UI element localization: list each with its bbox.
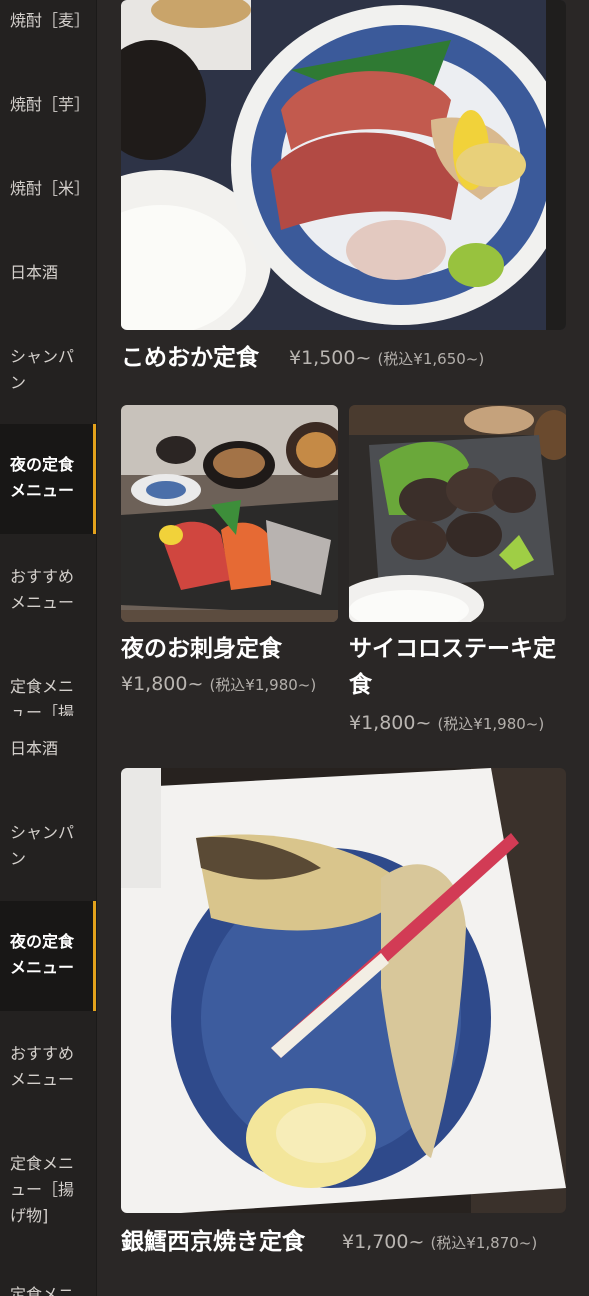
sidebar-item-label: おすすめメニュー xyxy=(10,567,75,612)
sidebar-item-label: 焼酎［米］ xyxy=(10,179,91,198)
sidebar-item-label: シャンパン xyxy=(10,347,75,392)
price-tax-included: (税込¥1,980~) xyxy=(437,715,545,733)
grilled-cod-image xyxy=(121,768,566,1213)
sidebar-item-label: シャンパン xyxy=(10,823,75,868)
menu-content[interactable]: こめおか定食 ¥1,500~ (税込¥1,650~) 夜のお刺身定食 ¥1,80… xyxy=(97,0,589,1296)
sidebar-item-shochu-potato[interactable]: 焼酎［芋］ xyxy=(0,92,96,118)
dice-steak-image xyxy=(349,405,566,622)
sidebar-item-label: 焼酎［芋］ xyxy=(10,95,91,114)
category-sidebar[interactable]: 焼酎［麦］ 焼酎［芋］ 焼酎［米］ 日本酒 シャンパン 夜の定食メニュー おすす… xyxy=(0,0,97,1296)
price-value: ¥1,800~ xyxy=(349,712,432,734)
sidebar-item-label: おすすめメニュー xyxy=(10,1044,75,1089)
price-tax-included: (税込¥1,870~) xyxy=(430,1234,538,1252)
sidebar-item-set-menu-fried[interactable]: 定食メニュー［揚 xyxy=(0,674,96,716)
sidebar-item-sake[interactable]: 日本酒 xyxy=(0,260,96,286)
sidebar-item-label: 夜の定食メニュー xyxy=(10,455,75,500)
sidebar-item-champagne[interactable]: シャンパン xyxy=(0,820,80,872)
sidebar-item-recommended[interactable]: おすすめメニュー xyxy=(0,564,96,616)
sidebar-item-dinner-set-menu[interactable]: 夜の定食メニュー xyxy=(0,901,96,1011)
sidebar-item-label: 夜の定食メニュー xyxy=(10,932,75,977)
price-value: ¥1,500~ xyxy=(289,347,372,369)
menu-item-name: サイコロステーキ定食 xyxy=(349,636,556,698)
sidebar-item-set-menu-fried[interactable]: 定食メニュー［揚げ物] xyxy=(0,1151,96,1229)
sidebar-item-set-menu[interactable]: 定食メニ xyxy=(0,1282,96,1296)
sidebar-item-label: 定食メニュー［揚げ物] xyxy=(10,1154,75,1225)
sidebar-item-recommended[interactable]: おすすめメニュー xyxy=(0,1041,96,1093)
dice-steak-set-photo[interactable] xyxy=(349,405,566,622)
menu-item-price: ¥1,700~ (税込¥1,870~) xyxy=(342,1229,537,1256)
price-value: ¥1,800~ xyxy=(121,673,204,695)
price-value: ¥1,700~ xyxy=(342,1231,425,1253)
sidebar-item-label: 日本酒 xyxy=(10,739,59,758)
menu-item-name: 夜のお刺身定食 xyxy=(121,636,282,662)
komeoka-set-photo[interactable] xyxy=(121,0,566,330)
sidebar-item-label: 定食メニュー［揚 xyxy=(10,677,75,716)
gindara-saikyo-set-photo[interactable] xyxy=(121,768,566,1213)
price-tax-included: (税込¥1,980~) xyxy=(209,676,317,694)
sidebar-item-label: 焼酎［麦］ xyxy=(10,11,91,30)
sidebar-item-champagne[interactable]: シャンパン xyxy=(0,344,80,396)
sidebar-item-sake[interactable]: 日本酒 xyxy=(0,736,96,762)
sashimi-plate-image xyxy=(121,0,566,330)
menu-item-name: こめおか定食 xyxy=(121,345,259,371)
menu-item-name: 銀鱈西京焼き定食 xyxy=(121,1229,305,1255)
dinner-sashimi-set-photo[interactable] xyxy=(121,405,338,622)
sidebar-item-dinner-set-menu[interactable]: 夜の定食メニュー xyxy=(0,424,96,534)
sidebar-item-label: 日本酒 xyxy=(10,263,59,282)
price-tax-included: (税込¥1,650~) xyxy=(377,350,485,368)
sidebar-item-shochu-rice[interactable]: 焼酎［米］ xyxy=(0,176,96,202)
sidebar-item-label: 定食メニ xyxy=(10,1285,75,1296)
menu-item-price: ¥1,800~ (税込¥1,980~) xyxy=(121,671,316,698)
menu-item-price: ¥1,800~ (税込¥1,980~) xyxy=(349,710,544,737)
sidebar-item-shochu-barley[interactable]: 焼酎［麦］ xyxy=(0,8,96,34)
menu-item-price: ¥1,500~ (税込¥1,650~) xyxy=(289,345,484,372)
sashimi-set-image xyxy=(121,405,338,622)
